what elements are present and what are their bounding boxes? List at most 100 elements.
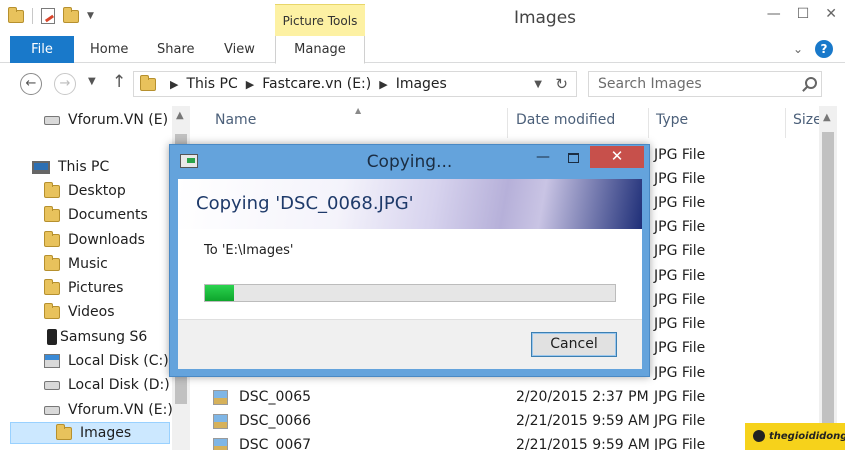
nav-item-label: Samsung S6 (60, 329, 148, 345)
nav-item-label: Vforum.VN (E) (68, 112, 169, 128)
folder-icon (44, 302, 60, 319)
breadcrumb-this-pc[interactable]: This PC (186, 76, 237, 92)
file-date: 2/21/2015 9:59 AM (516, 413, 650, 429)
folder-icon (44, 205, 60, 222)
file-type: JPG File (654, 195, 706, 211)
column-divider[interactable] (785, 108, 786, 138)
back-button[interactable]: ← (20, 73, 42, 95)
table-row[interactable]: DSC_0067 2/21/2015 9:59 AM JPG File (213, 434, 823, 450)
minimize-button[interactable]: — (767, 6, 781, 22)
refresh-icon[interactable]: ↻ (555, 75, 568, 93)
watermark: thegioididong (745, 423, 845, 450)
folder-icon (56, 423, 72, 440)
file-type: JPG File (654, 316, 706, 332)
breadcrumb-images[interactable]: Images (396, 76, 447, 92)
copy-progress-dialog: Copying... — ✕ Copying 'DSC_0068.JPG' To… (169, 144, 650, 377)
ribbon-tabs: File Home Share View Manage ⌄ ? (0, 36, 845, 64)
dialog-title-bar[interactable]: Copying... — ✕ (170, 145, 649, 179)
file-type: JPG File (654, 243, 706, 259)
nav-item-local-disk-c[interactable]: Local Disk (C:) (44, 350, 169, 372)
file-type: JPG File (654, 340, 706, 356)
watermark-text: thegioididong (769, 431, 845, 442)
table-row[interactable]: DSC_0065 2/20/2015 2:37 PM JPG File (213, 386, 823, 410)
file-type: JPG File (654, 365, 706, 381)
nav-item-images[interactable]: Images (10, 422, 170, 444)
nav-item-local-disk-d[interactable]: Local Disk (D:) (44, 374, 170, 396)
folder-icon (44, 254, 60, 271)
search-input[interactable]: Search Images (588, 71, 822, 97)
nav-item-label: Images (80, 425, 132, 441)
navigation-bar: ← → ▼ ↑ ▶ This PC ▶ Fastcare.vn (E:) ▶ I… (0, 64, 845, 104)
scrollbar-thumb[interactable] (822, 132, 834, 450)
column-header-label: Name (215, 112, 257, 128)
forward-button[interactable]: → (54, 73, 76, 95)
dialog-minimize-button[interactable]: — (536, 149, 550, 165)
up-button[interactable]: ↑ (112, 72, 126, 92)
file-list-scrollbar[interactable]: ▲ (819, 106, 837, 450)
ribbon-collapse-icon[interactable]: ⌄ (793, 42, 803, 56)
brand-logo-icon (753, 430, 765, 442)
file-name: DSC_0065 (239, 389, 312, 405)
nav-item-samsung-s6[interactable]: Samsung S6 (44, 326, 147, 348)
column-divider[interactable] (507, 108, 508, 138)
nav-item-pictures[interactable]: Pictures (44, 277, 123, 299)
search-icon[interactable] (805, 77, 817, 89)
file-date: 2/21/2015 9:59 AM (516, 437, 650, 450)
cancel-button[interactable]: Cancel (531, 332, 617, 357)
column-header-date-modified[interactable]: Date modified (516, 112, 615, 128)
nav-item-label: Music (68, 256, 108, 272)
tab-file[interactable]: File (10, 36, 74, 63)
title-bar: ▼ Picture Tools Images — ☐ ✕ (0, 0, 845, 37)
tab-share[interactable]: Share (157, 36, 195, 63)
contextual-tab-group: Picture Tools (275, 4, 365, 37)
system-drive-icon (44, 354, 60, 368)
help-icon[interactable]: ? (815, 40, 833, 58)
tab-manage[interactable]: Manage (275, 36, 365, 64)
file-type: JPG File (654, 389, 706, 405)
tab-home[interactable]: Home (90, 36, 128, 63)
breadcrumb-separator-icon[interactable]: ▶ (379, 78, 387, 91)
file-name: DSC_0066 (239, 413, 312, 429)
window-title: Images (513, 8, 577, 28)
nav-item-label: This PC (58, 159, 110, 175)
file-type: JPG File (654, 437, 706, 450)
new-folder-icon[interactable] (63, 6, 79, 23)
column-header-type[interactable]: Type (656, 112, 688, 128)
address-dropdown-icon[interactable]: ▼ (534, 79, 542, 90)
quick-access-toolbar: ▼ (8, 6, 94, 24)
nav-item-desktop[interactable]: Desktop (44, 180, 126, 202)
copy-destination: To 'E:\Images' (204, 243, 294, 258)
close-button[interactable]: ✕ (825, 6, 837, 22)
address-bar[interactable]: ▶ This PC ▶ Fastcare.vn (E:) ▶ Images ▼ … (133, 71, 577, 97)
drive-icon (44, 115, 60, 125)
copy-heading: Copying 'DSC_0068.JPG' (196, 193, 414, 214)
scroll-up-icon[interactable]: ▲ (823, 112, 831, 123)
dialog-banner: Copying 'DSC_0068.JPG' (178, 179, 642, 229)
dialog-close-button[interactable]: ✕ (590, 146, 644, 168)
nav-item-music[interactable]: Music (44, 253, 108, 275)
nav-item-downloads[interactable]: Downloads (44, 229, 145, 251)
column-header-name[interactable]: Name (215, 112, 256, 128)
properties-icon[interactable] (41, 8, 55, 24)
nav-item-this-pc[interactable]: This PC (32, 156, 109, 178)
image-file-icon (213, 414, 228, 429)
breadcrumb-separator-icon[interactable]: ▶ (246, 78, 254, 91)
scroll-up-icon[interactable]: ▲ (176, 110, 184, 121)
file-type: JPG File (654, 292, 706, 308)
recent-locations-icon[interactable]: ▼ (88, 76, 96, 87)
qat-dropdown-icon[interactable]: ▼ (87, 11, 94, 21)
table-row[interactable]: DSC_0066 2/21/2015 9:59 AM JPG File (213, 410, 823, 434)
breadcrumb-drive[interactable]: Fastcare.vn (E:) (262, 76, 371, 92)
maximize-button[interactable]: ☐ (797, 6, 810, 22)
nav-item-documents[interactable]: Documents (44, 204, 148, 226)
nav-item-vforum-e-drive[interactable]: Vforum.VN (E:) (44, 399, 173, 421)
tab-view[interactable]: View (224, 36, 255, 63)
breadcrumb-separator-icon[interactable]: ▶ (170, 78, 178, 91)
nav-item-videos[interactable]: Videos (44, 301, 115, 323)
column-header-size[interactable]: Size (793, 112, 822, 128)
folder-icon (140, 74, 156, 91)
column-divider[interactable] (648, 108, 649, 138)
dialog-maximize-button[interactable] (568, 153, 579, 163)
nav-item-vforum-e[interactable]: Vforum.VN (E) (44, 109, 168, 131)
file-name: DSC_0067 (239, 437, 312, 450)
